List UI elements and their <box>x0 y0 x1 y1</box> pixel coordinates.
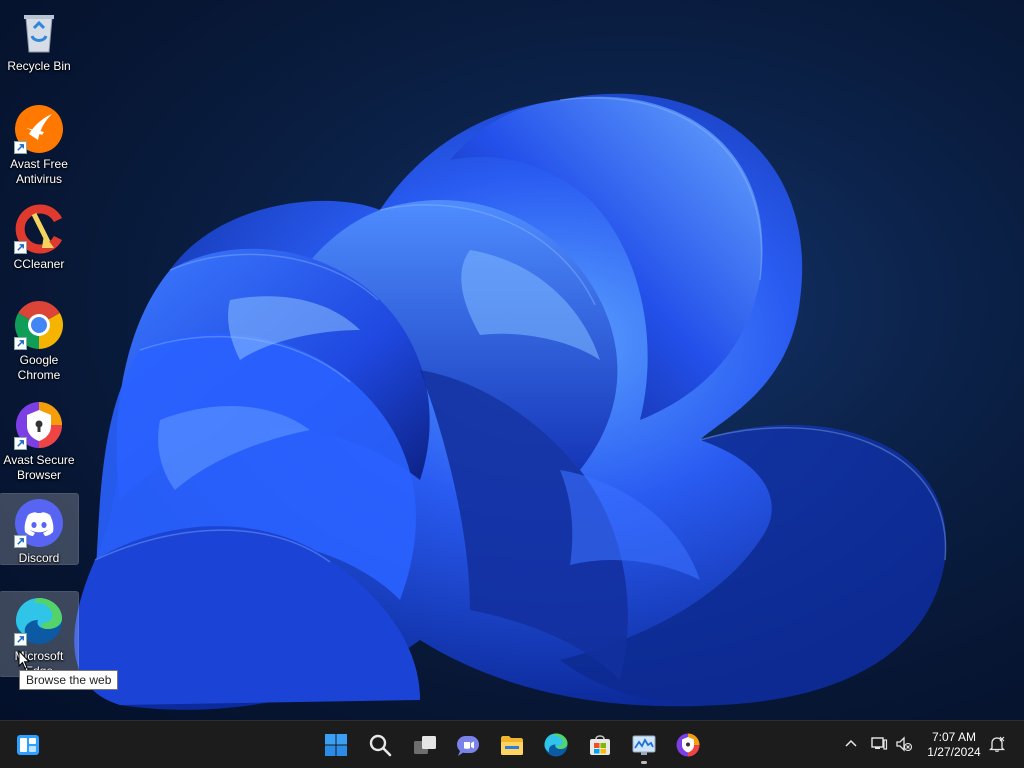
task-view-button[interactable] <box>405 725 445 765</box>
desktop-icon-google-chrome[interactable]: Google Chrome <box>0 296 78 383</box>
taskbar: 7:07 AM 1/27/2024 <box>0 720 1024 768</box>
desktop-icon-avast-secure-browser[interactable]: Avast Secure Browser <box>0 396 78 483</box>
mouse-cursor-icon <box>18 650 30 670</box>
widgets-icon <box>17 735 39 755</box>
desktop-icon-recycle-bin[interactable]: Recycle Bin <box>0 2 78 74</box>
notification-icon <box>988 736 1006 752</box>
show-hidden-icons-button[interactable] <box>840 733 862 755</box>
task-view-icon <box>414 736 436 754</box>
shortcut-arrow-icon <box>14 535 27 548</box>
chat-button[interactable] <box>448 725 488 765</box>
desktop: Recycle Bin Avast Free Antivirus CCleaner <box>0 0 1024 720</box>
ccleaner-icon <box>14 204 64 254</box>
shortcut-arrow-icon <box>14 241 27 254</box>
edge-icon <box>544 733 568 757</box>
desktop-icon-avast-free-antivirus[interactable]: Avast Free Antivirus <box>0 100 78 187</box>
network-button[interactable] <box>868 733 890 755</box>
shortcut-arrow-icon <box>14 337 27 350</box>
avast-browser-icon <box>14 400 64 450</box>
desktop-icon-microsoft-edge[interactable]: MicrosoftEdge <box>0 591 79 678</box>
clock-date: 1/27/2024 <box>927 745 981 759</box>
windows-start-icon <box>325 734 347 756</box>
store-button[interactable] <box>580 725 620 765</box>
volume-muted-icon <box>896 736 913 752</box>
widgets-button[interactable] <box>8 725 48 765</box>
desktop-icon-label: CCleaner <box>13 257 65 271</box>
file-explorer-button[interactable] <box>492 725 532 765</box>
desktop-icon-label: Avast Free Antivirus <box>10 157 68 186</box>
avast-antivirus-icon <box>14 104 64 154</box>
volume-button[interactable] <box>893 733 915 755</box>
task-manager-button[interactable] <box>624 725 664 765</box>
search-button[interactable] <box>360 725 400 765</box>
chrome-icon <box>14 300 64 350</box>
monitor-chart-icon <box>632 735 656 755</box>
discord-icon <box>14 498 64 548</box>
avast-browser-icon <box>676 733 700 757</box>
desktop-icon-label: Avast Secure Browser <box>3 453 75 482</box>
shortcut-arrow-icon <box>14 633 27 646</box>
desktop-icon-label: Google Chrome <box>17 353 61 382</box>
chevron-up-icon <box>845 739 857 747</box>
start-button[interactable] <box>316 725 356 765</box>
tooltip: Browse the web <box>19 670 119 690</box>
notifications-button[interactable] <box>986 733 1008 755</box>
desktop-icon-discord[interactable]: Discord <box>0 493 79 565</box>
folder-icon <box>501 736 523 755</box>
store-icon <box>590 735 610 755</box>
chat-icon <box>457 736 479 756</box>
edge-button[interactable] <box>536 725 576 765</box>
shortcut-arrow-icon <box>14 437 27 450</box>
avast-secure-browser-button[interactable] <box>668 725 708 765</box>
desktop-icon-label: Discord <box>18 551 60 565</box>
shortcut-arrow-icon <box>14 141 27 154</box>
search-icon <box>369 734 392 757</box>
desktop-icon-ccleaner[interactable]: CCleaner <box>0 200 78 272</box>
edge-icon <box>14 596 64 646</box>
clock[interactable]: 7:07 AM 1/27/2024 <box>918 730 990 760</box>
clock-time: 7:07 AM <box>931 730 977 744</box>
desktop-icon-label: Recycle Bin <box>7 59 71 73</box>
network-icon <box>871 737 888 750</box>
recycle-bin-icon <box>14 6 64 56</box>
bloom-wallpaper <box>74 93 947 710</box>
